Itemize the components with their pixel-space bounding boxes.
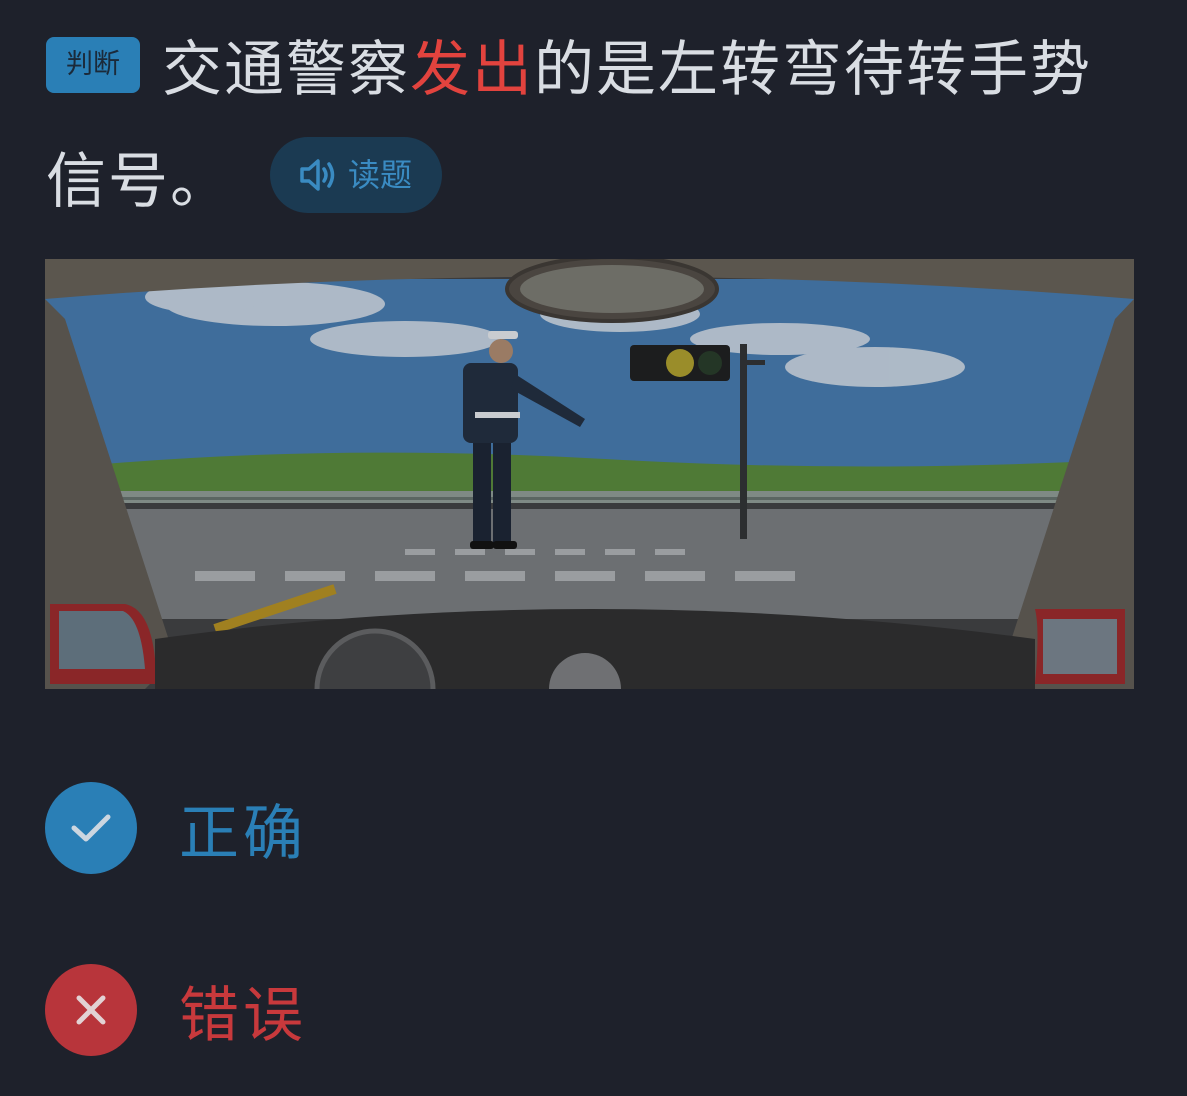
question-illustration (45, 259, 1134, 689)
close-icon (45, 964, 137, 1056)
speaker-icon (300, 159, 335, 192)
checkmark-icon (45, 782, 137, 874)
question-text-before: 交通警察 (162, 35, 410, 105)
option-true[interactable]: 正确 (45, 782, 307, 874)
option-true-label: 正确 (179, 798, 307, 869)
question-text-highlight: 发出 (410, 35, 534, 105)
read-question-label: 读题 (348, 156, 413, 195)
question-text: 判断 交通警察发出的是左转弯待转手势信号。 读题 (46, 14, 1146, 238)
option-false[interactable]: 错误 (45, 964, 307, 1056)
read-question-button[interactable]: 读题 (270, 137, 443, 214)
option-false-label: 错误 (179, 980, 307, 1051)
question-type-badge: 判断 (46, 37, 140, 94)
